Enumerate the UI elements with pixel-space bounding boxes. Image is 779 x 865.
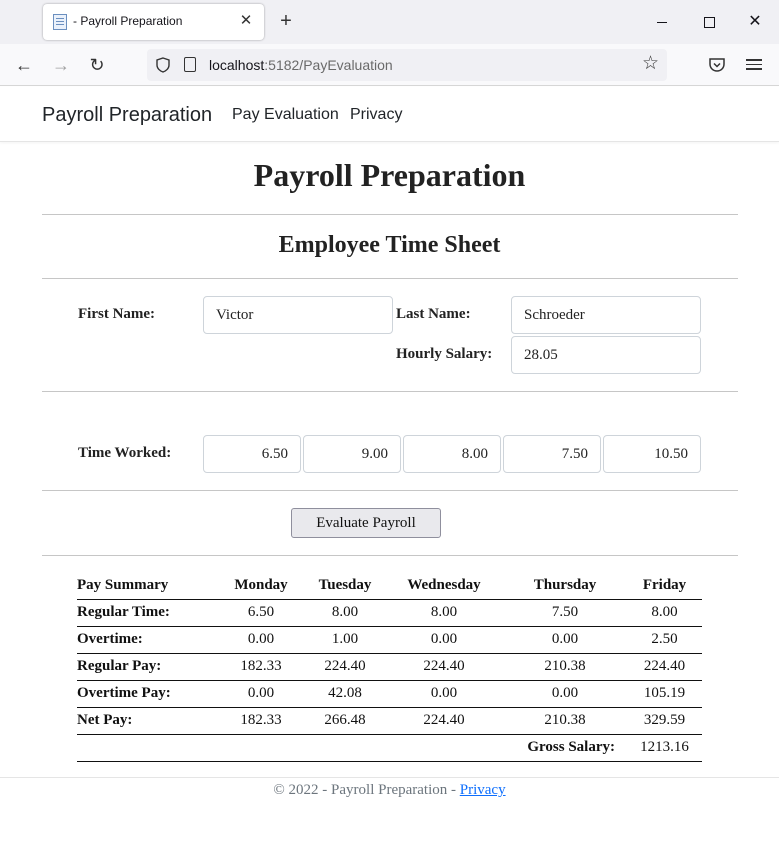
table-header: Pay Summary: [77, 576, 169, 593]
page-info-icon[interactable]: [184, 57, 196, 72]
tuesday-hours-input[interactable]: 9.00: [303, 435, 401, 473]
table-cell: 7.50: [551, 604, 579, 620]
divider: [42, 278, 738, 279]
table-cell: 182.33: [240, 658, 282, 674]
footer: © 2022 - Payroll Preparation - Privacy: [0, 777, 779, 799]
table-cell: 105.19: [643, 685, 686, 701]
gross-salary-label: Gross Salary:: [527, 739, 615, 755]
tab-title: - Payroll Preparation: [73, 14, 183, 28]
table-row: Overtime Pay: 0.00 42.08 0.00 0.00 105.1…: [77, 680, 702, 707]
nav-privacy[interactable]: Privacy: [350, 106, 402, 124]
gross-salary-value: 1213.16: [640, 739, 689, 755]
table-row: Regular Time: 6.50 8.00 8.00 7.50 8.00: [77, 599, 702, 626]
table-cell: 0.00: [430, 631, 458, 647]
first-name-label: First Name:: [78, 306, 156, 322]
maximize-window-icon[interactable]: [695, 8, 723, 36]
divider: [42, 555, 738, 556]
row-label: Regular Pay:: [77, 658, 162, 674]
table-header: Monday: [234, 576, 288, 593]
monday-hours-input[interactable]: 6.50: [203, 435, 301, 473]
hourly-salary-label: Hourly Salary:: [396, 346, 493, 362]
evaluate-payroll-button[interactable]: Evaluate Payroll: [291, 508, 441, 538]
table-header: Tuesday: [318, 576, 372, 593]
gross-salary-row: Gross Salary: 1213.16: [77, 734, 702, 761]
table-cell: 0.00: [430, 685, 458, 701]
hourly-salary-input[interactable]: 28.05: [511, 336, 701, 374]
bookmark-star-icon[interactable]: ☆: [642, 54, 659, 74]
brand-link[interactable]: Payroll Preparation: [42, 104, 212, 127]
address-bar[interactable]: localhost:5182/PayEvaluation ☆: [147, 49, 667, 81]
table-cell: 42.08: [328, 685, 362, 701]
forward-arrow-icon[interactable]: →: [48, 52, 74, 78]
browser-toolbar: ← → ↻ localhost:5182/PayEvaluation ☆: [0, 44, 779, 86]
page-favicon-icon: [53, 14, 67, 30]
table-cell: 0.00: [551, 685, 579, 701]
shield-icon[interactable]: [156, 57, 170, 73]
section-title: Employee Time Sheet: [278, 232, 501, 258]
pay-summary-table: Pay Summary Monday Tuesday Wednesday Thu…: [77, 572, 702, 762]
table-cell: 0.00: [247, 685, 275, 701]
table-cell: 2.50: [651, 631, 678, 647]
table-cell: 6.50: [247, 604, 275, 620]
row-label: Overtime:: [77, 631, 143, 647]
table-cell: 210.38: [544, 658, 586, 674]
browser-tab-strip: - Payroll Preparation ✕ + ✕: [0, 0, 779, 44]
table-cell: 182.33: [240, 712, 282, 728]
thursday-hours-input[interactable]: 7.50: [503, 435, 601, 473]
back-arrow-icon[interactable]: ←: [11, 52, 37, 78]
row-label: Overtime Pay:: [77, 685, 171, 701]
table-cell: 8.00: [651, 604, 678, 620]
browser-tab[interactable]: - Payroll Preparation ✕: [43, 4, 264, 40]
table-header: Wednesday: [407, 576, 481, 593]
last-name-input[interactable]: Schroeder: [511, 296, 701, 334]
pocket-icon[interactable]: [708, 56, 726, 74]
minimize-window-icon[interactable]: [648, 8, 676, 36]
table-cell: 0.00: [551, 631, 579, 647]
row-label: Regular Time:: [77, 604, 170, 620]
table-cell: 8.00: [331, 604, 359, 620]
close-window-icon[interactable]: ✕: [741, 8, 769, 36]
footer-privacy-link[interactable]: Privacy: [460, 782, 506, 798]
close-tab-icon[interactable]: ✕: [236, 11, 256, 31]
table-cell: 329.59: [643, 712, 686, 728]
table-cell: 224.40: [423, 712, 465, 728]
hamburger-menu-icon[interactable]: [745, 56, 763, 74]
nav-pay-evaluation[interactable]: Pay Evaluation: [232, 106, 339, 124]
table-row: Regular Pay: 182.33 224.40 224.40 210.38…: [77, 653, 702, 680]
footer-text: © 2022 - Payroll Preparation -: [273, 782, 460, 798]
table-cell: 224.40: [643, 658, 686, 674]
url-text[interactable]: localhost:5182/PayEvaluation: [209, 57, 393, 73]
divider: [42, 490, 738, 491]
page-title: Payroll Preparation: [253, 157, 526, 193]
table-header: Thursday: [533, 576, 597, 593]
table-row: Overtime: 0.00 1.00 0.00 0.00 2.50: [77, 626, 702, 653]
divider: [42, 391, 738, 392]
time-worked-label: Time Worked:: [78, 445, 172, 461]
friday-hours-input[interactable]: 10.50: [603, 435, 701, 473]
table-header: Friday: [642, 576, 687, 593]
last-name-label: Last Name:: [396, 306, 471, 322]
table-cell: 1.00: [331, 631, 359, 647]
new-tab-icon[interactable]: +: [274, 10, 298, 34]
reload-icon[interactable]: ↻: [84, 52, 110, 78]
table-cell: 224.40: [324, 658, 366, 674]
table-header-row: Pay Summary Monday Tuesday Wednesday Thu…: [77, 572, 702, 599]
table-row: Net Pay: 182.33 266.48 224.40 210.38 329…: [77, 707, 702, 734]
table-cell: 224.40: [423, 658, 465, 674]
site-header: Payroll Preparation Pay Evaluation Priva…: [0, 87, 779, 142]
table-cell: 8.00: [430, 604, 458, 620]
divider: [42, 214, 738, 215]
table-cell: 0.00: [247, 631, 275, 647]
wednesday-hours-input[interactable]: 8.00: [403, 435, 501, 473]
row-label: Net Pay:: [77, 712, 133, 728]
table-cell: 266.48: [324, 712, 366, 728]
first-name-input[interactable]: Victor: [203, 296, 393, 334]
table-cell: 210.38: [544, 712, 586, 728]
